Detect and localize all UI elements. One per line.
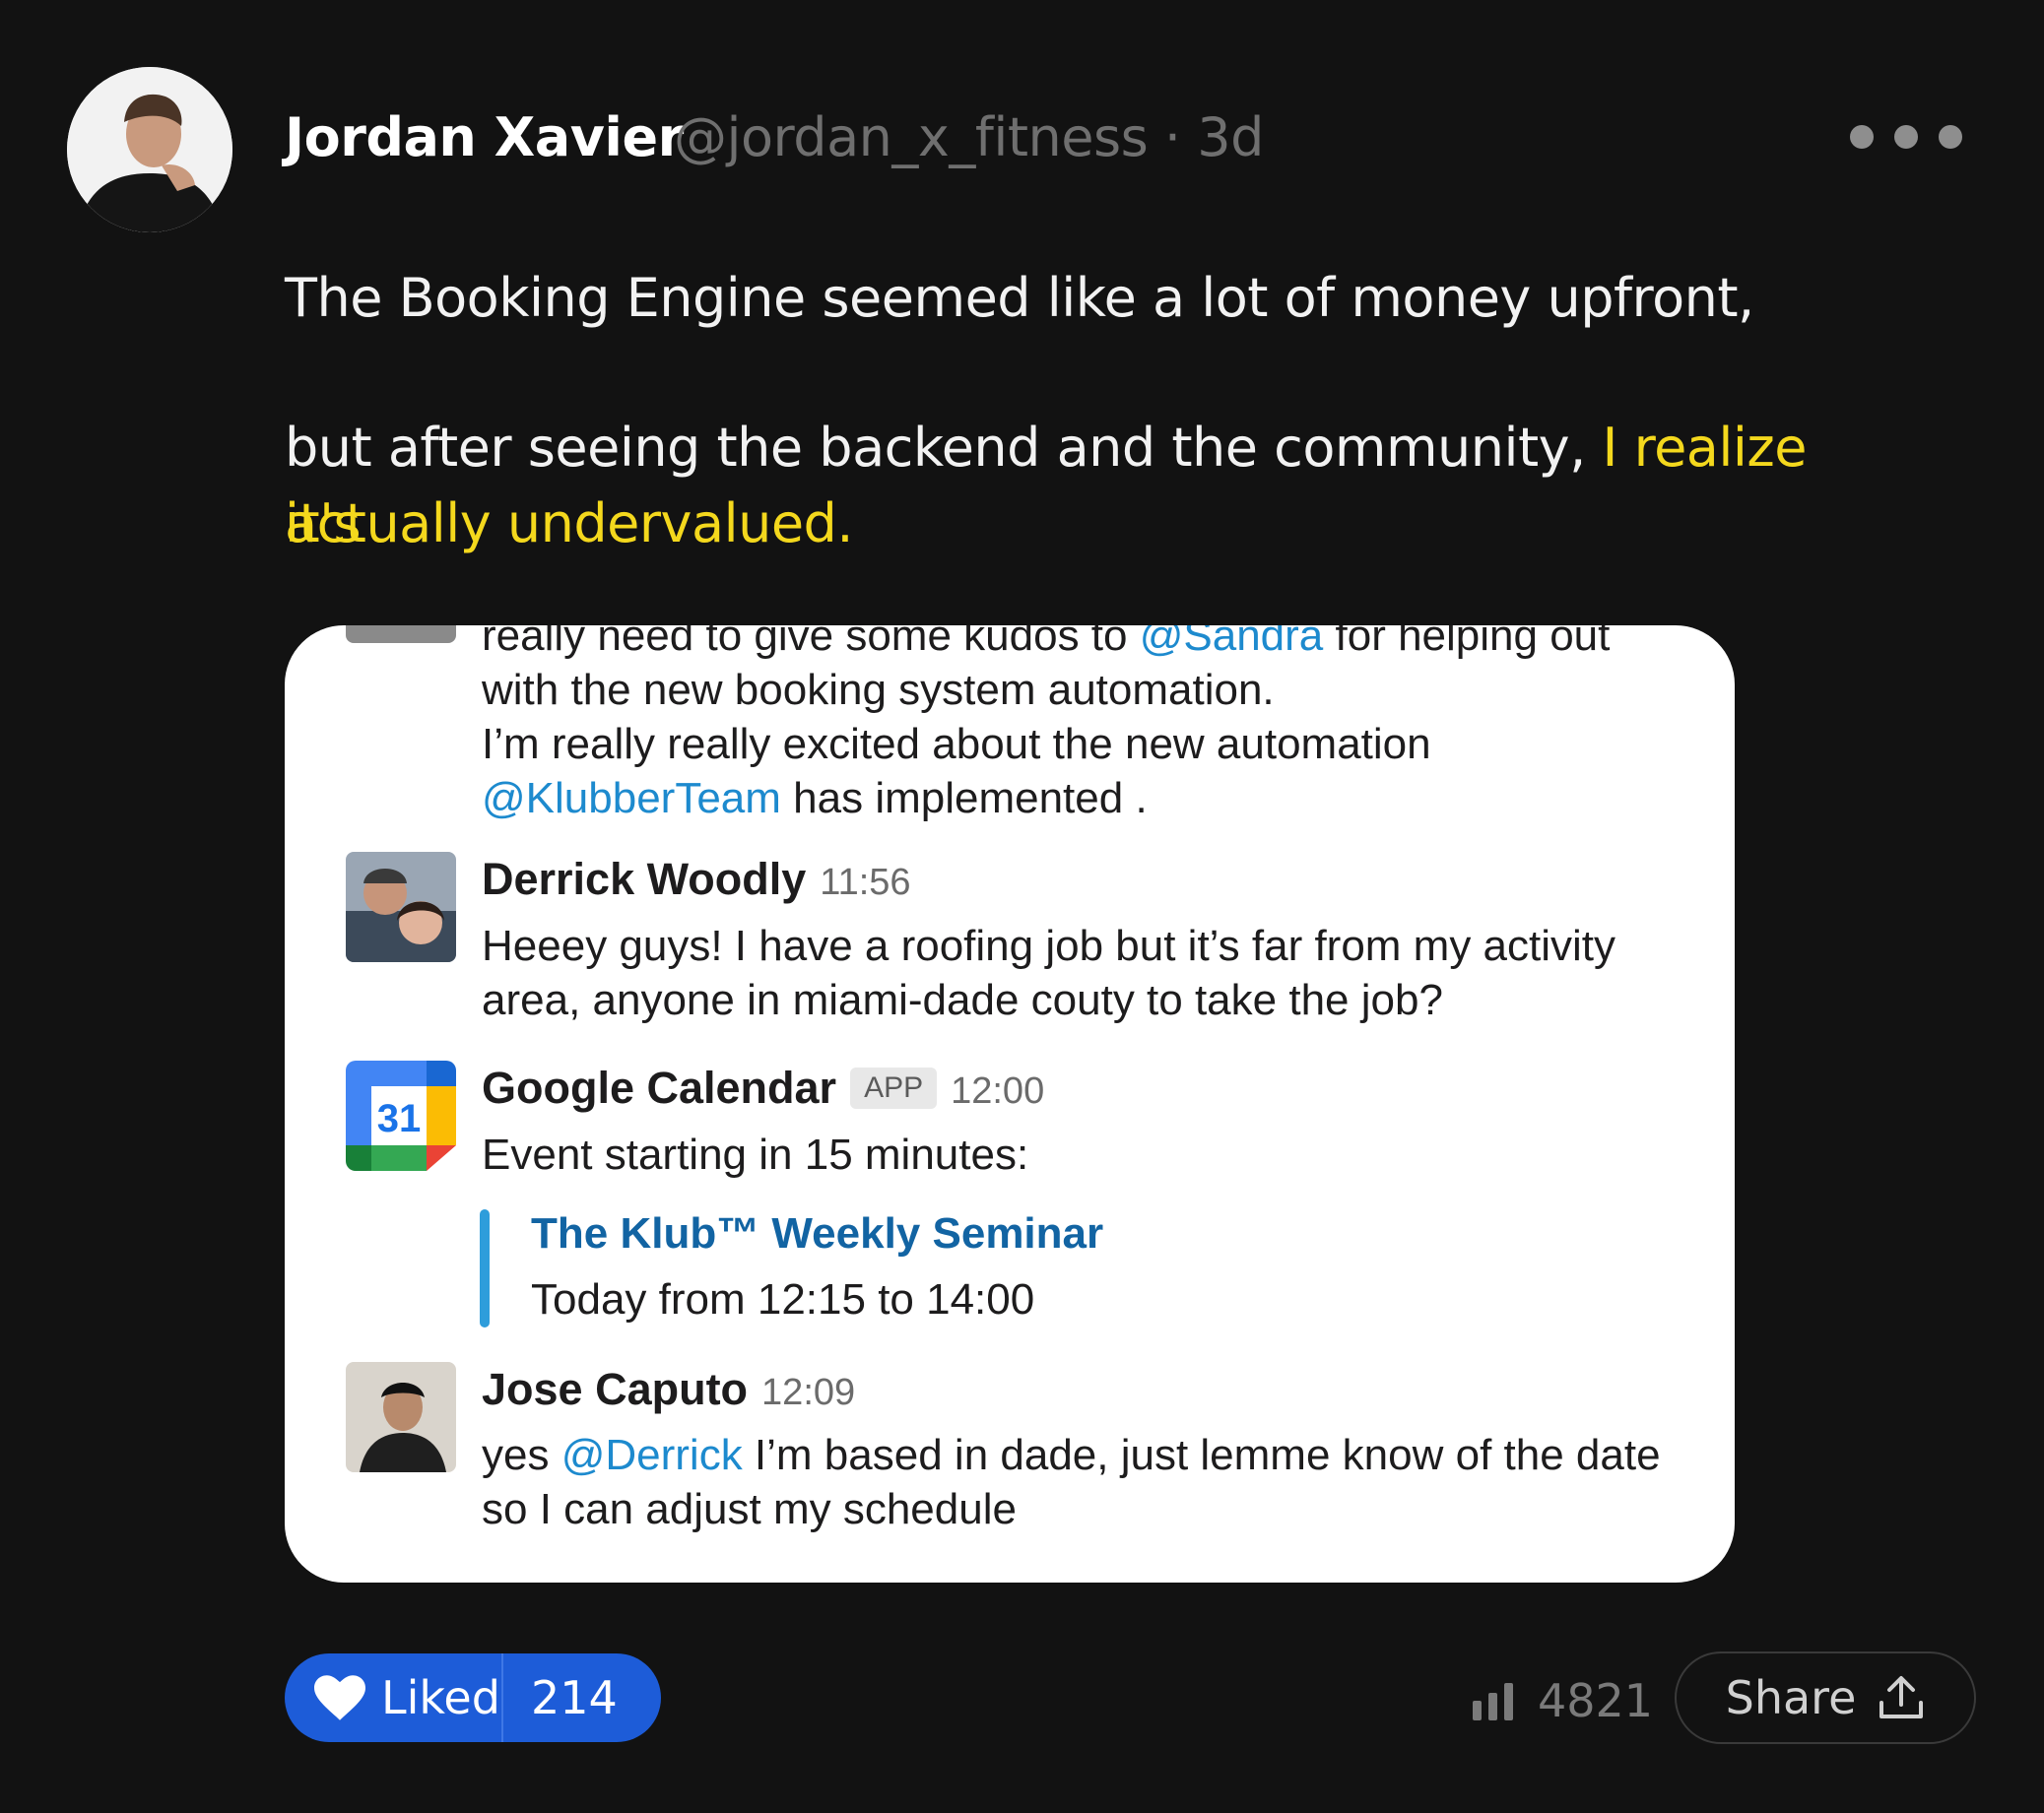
like-count: 214 [531, 1671, 618, 1724]
message-author[interactable]: Jose Caputo 12:09 [482, 1364, 855, 1415]
author-name[interactable]: Jordan Xavier [285, 106, 684, 168]
message-text: I’m really really excited about the new … [482, 720, 1431, 768]
share-button[interactable]: Share [1675, 1651, 1976, 1744]
message-text: so I can adjust my schedule [482, 1485, 1017, 1533]
views-count: 4821 [1538, 1674, 1654, 1727]
message-text: yes @Derrick I’m based in dade, just lem… [482, 1431, 1661, 1479]
author-handle-timestamp: @jordan_x_fitness · 3d [674, 106, 1264, 168]
app-badge: APP [850, 1068, 938, 1109]
message-author[interactable]: Derrick Woodly 11:56 [482, 854, 911, 905]
like-button[interactable]: Liked 214 [285, 1653, 661, 1742]
mention-link: @Sandra [1139, 625, 1324, 660]
message-time: 12:09 [761, 1372, 856, 1413]
share-label: Share [1725, 1671, 1857, 1724]
views-counter: 4821 [1473, 1674, 1653, 1727]
message-text: area, anyone in miami-dade couty to take… [482, 976, 1443, 1024]
message-text: @KlubberTeam has implemented . [482, 774, 1148, 822]
like-label: Liked [381, 1671, 500, 1724]
svg-text:31: 31 [377, 1097, 422, 1140]
message-text: with the new booking system automation. [482, 666, 1275, 714]
mention-link: @Derrick [560, 1431, 743, 1479]
heart-icon [314, 1675, 365, 1720]
avatar [346, 625, 456, 643]
chat-screenshot-card[interactable]: really need to give some kudos to @Sandr… [285, 625, 1735, 1583]
message-text: Event starting in 15 minutes: [482, 1131, 1029, 1179]
bar-chart-icon [1473, 1683, 1513, 1720]
message-text: really need to give some kudos to @Sandr… [482, 625, 1610, 663]
author-avatar[interactable] [67, 67, 232, 232]
message-text: Heeey guys! I have a roofing job but it’… [482, 922, 1616, 970]
more-options-icon[interactable] [1850, 124, 1962, 150]
google-calendar-icon: 31 [346, 1061, 456, 1171]
event-accent-bar [480, 1209, 490, 1327]
avatar [346, 1362, 456, 1472]
message-time: 12:00 [951, 1070, 1045, 1112]
event-time: Today from 12:15 to 14:00 [531, 1275, 1035, 1324]
event-title-link[interactable]: The Klub™ Weekly Seminar [531, 1209, 1103, 1259]
mention-link: @KlubberTeam [482, 774, 781, 822]
message-author[interactable]: Google Calendar APP 12:00 [482, 1063, 1044, 1114]
post-text-line-1: The Booking Engine seemed like a lot of … [285, 267, 1754, 329]
avatar [346, 852, 456, 962]
share-upload-icon [1879, 1676, 1924, 1718]
message-time: 11:56 [820, 862, 911, 903]
post-highlight-text: actually undervalued. [285, 492, 854, 554]
